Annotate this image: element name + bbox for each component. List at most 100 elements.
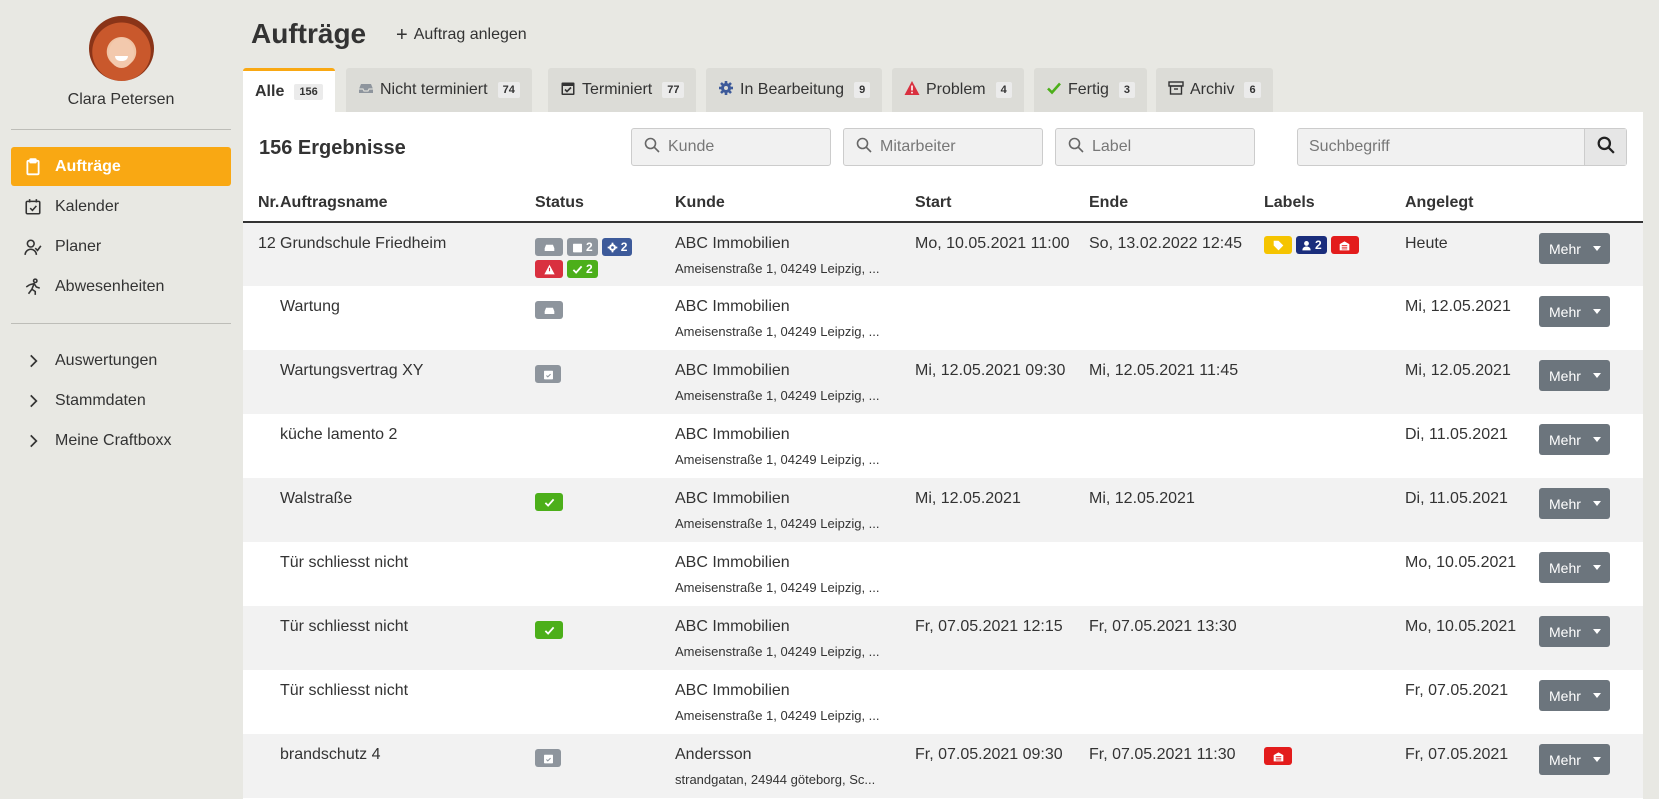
tab-problem[interactable]: Problem 4 [892, 68, 1024, 112]
check-icon [572, 265, 583, 274]
col-nr[interactable]: Nr. [243, 184, 280, 223]
row-name[interactable]: Walstraße [280, 478, 535, 542]
archive-icon [1168, 80, 1184, 101]
mitarbeiter-filter[interactable]: Mitarbeiter [843, 128, 1043, 166]
search-input[interactable] [1298, 129, 1584, 165]
row-kunde: ABC Immobilien Ameisenstraße 1, 04249 Lei… [675, 606, 915, 670]
row-labels [1264, 606, 1405, 670]
more-button[interactable]: Mehr [1539, 552, 1610, 583]
more-button[interactable]: Mehr [1539, 680, 1610, 711]
kunde-name: ABC Immobilien [675, 235, 790, 252]
row-name[interactable]: küche lamento 2 [280, 414, 535, 478]
sidebar-group-meine-craftboxx[interactable]: Meine Craftboxx [11, 421, 231, 460]
table-row[interactable]: Tür schliesst nicht ABC Immobilien Ameise… [243, 606, 1643, 670]
tab-terminiert[interactable]: Terminiert 77 [548, 68, 697, 112]
user-name: Clara Petersen [67, 91, 175, 108]
col-kunde[interactable]: Kunde [675, 184, 915, 223]
kunde-name: ABC Immobilien [675, 362, 790, 379]
row-created: Mi, 12.05.2021 [1405, 298, 1511, 315]
row-start [915, 542, 1089, 606]
row-actions: Mehr [1539, 670, 1643, 734]
kunde-address: Ameisenstraße 1, 04249 Leipzig, ... [675, 452, 880, 467]
chevron-right-icon [11, 392, 55, 410]
row-start [915, 286, 1089, 350]
col-actions [1539, 184, 1643, 223]
row-end [1089, 414, 1264, 478]
table-row[interactable]: küche lamento 2 ABC Immobilien Ameisenstr… [243, 414, 1643, 478]
tab-nicht-terminiert[interactable]: Nicht terminiert 74 [346, 68, 532, 112]
table-row[interactable]: Tür schliesst nicht ABC Immobilien Ameise… [243, 542, 1643, 606]
avatar[interactable] [89, 16, 154, 81]
row-labels [1264, 286, 1405, 350]
row-name[interactable]: Tür schliesst nicht [280, 670, 535, 734]
row-status [535, 286, 675, 350]
table-row[interactable]: Wartungsvertrag XY ABC Immobilien Ameisen… [243, 350, 1643, 414]
row-start: Mi, 12.05.2021 [915, 478, 1089, 542]
caret-down-icon [1593, 246, 1601, 251]
row-nr [243, 478, 280, 542]
table-row[interactable]: Tür schliesst nicht ABC Immobilien Ameise… [243, 670, 1643, 734]
row-name[interactable]: brandschutz 4 [280, 734, 535, 798]
row-end: Mi, 12.05.2021 11:45 [1089, 350, 1264, 414]
kunde-name: ABC Immobilien [675, 618, 790, 635]
col-labels[interactable]: Labels [1264, 184, 1405, 223]
row-name[interactable]: Tür schliesst nicht [280, 606, 535, 670]
tab-archiv[interactable]: Archiv 6 [1156, 68, 1273, 112]
tab-in-bearbeitung[interactable]: In Bearbeitung 9 [706, 68, 883, 112]
more-button[interactable]: Mehr [1539, 744, 1610, 775]
sidebar-group-stammdaten[interactable]: Stammdaten [11, 381, 231, 420]
table-row[interactable]: Wartung ABC Immobilien Ameisenstraße 1, 0… [243, 286, 1643, 350]
more-button[interactable]: Mehr [1539, 233, 1610, 264]
kunde-name: ABC Immobilien [675, 554, 790, 571]
kunde-name: ABC Immobilien [675, 426, 790, 443]
sidebar-item-abwesenheiten[interactable]: Abwesenheiten [11, 267, 231, 306]
table-row[interactable]: brandschutz 4 Andersson strandgatan, 2494… [243, 734, 1643, 798]
label-filter[interactable]: Label [1055, 128, 1255, 166]
col-auftragsname[interactable]: Auftragsname [280, 184, 535, 223]
row-name[interactable]: Tür schliesst nicht [280, 542, 535, 606]
add-order-button[interactable]: + Auftrag anlegen [396, 25, 527, 45]
more-button[interactable]: Mehr [1539, 424, 1610, 455]
table-row[interactable]: Walstraße ABC Immobilien Ameisenstraße 1,… [243, 478, 1643, 542]
search-icon [856, 137, 872, 158]
more-button[interactable]: Mehr [1539, 296, 1610, 327]
row-kunde: ABC Immobilien Ameisenstraße 1, 04249 Lei… [675, 286, 915, 350]
sidebar-item-planer[interactable]: Planer [11, 227, 231, 266]
col-status[interactable]: Status [535, 184, 675, 223]
row-name[interactable]: Wartung [280, 286, 535, 350]
tab-alle[interactable]: Alle 156 [243, 68, 335, 112]
sidebar: Clara Petersen Aufträge Kalender Planer … [0, 0, 242, 799]
status-scheduled-badge [535, 365, 561, 383]
col-ende[interactable]: Ende [1089, 184, 1264, 223]
sidebar-item-label: Kalender [55, 197, 120, 215]
row-end: Mi, 12.05.2021 [1089, 478, 1264, 542]
sidebar-item-kalender[interactable]: Kalender [11, 187, 231, 226]
row-kunde: ABC Immobilien Ameisenstraße 1, 04249 Lei… [675, 350, 915, 414]
table-row[interactable]: 12 Grundschule Friedheim 2 2 2 ABC Immob… [243, 222, 1643, 286]
row-labels [1264, 670, 1405, 734]
row-start [915, 670, 1089, 734]
tab-fertig[interactable]: Fertig 3 [1034, 68, 1148, 112]
row-nr [243, 350, 280, 414]
tab-count: 6 [1244, 82, 1261, 98]
sidebar-item-auftraege[interactable]: Aufträge [11, 147, 231, 186]
more-button[interactable]: Mehr [1539, 616, 1610, 647]
gear-icon [718, 80, 734, 101]
sidebar-item-label: Abwesenheiten [55, 277, 165, 295]
col-start[interactable]: Start [915, 184, 1089, 223]
row-kunde: ABC Immobilien Ameisenstraße 1, 04249 Lei… [675, 222, 915, 286]
garage-label-badge [1264, 747, 1292, 765]
row-actions: Mehr [1539, 734, 1643, 798]
person-label-badge: 2 [1296, 236, 1327, 254]
kunde-filter[interactable]: Kunde [631, 128, 831, 166]
col-angelegt[interactable]: Angelegt [1405, 184, 1539, 223]
tab-label: Nicht terminiert [380, 81, 488, 98]
row-name[interactable]: Wartungsvertrag XY [280, 350, 535, 414]
kunde-name: Andersson [675, 746, 752, 763]
row-name[interactable]: Grundschule Friedheim [280, 222, 535, 286]
sidebar-group-auswertungen[interactable]: Auswertungen [11, 341, 231, 380]
more-button[interactable]: Mehr [1539, 360, 1610, 391]
more-button[interactable]: Mehr [1539, 488, 1610, 519]
search-button[interactable] [1584, 129, 1626, 165]
sidebar-divider [11, 129, 231, 130]
